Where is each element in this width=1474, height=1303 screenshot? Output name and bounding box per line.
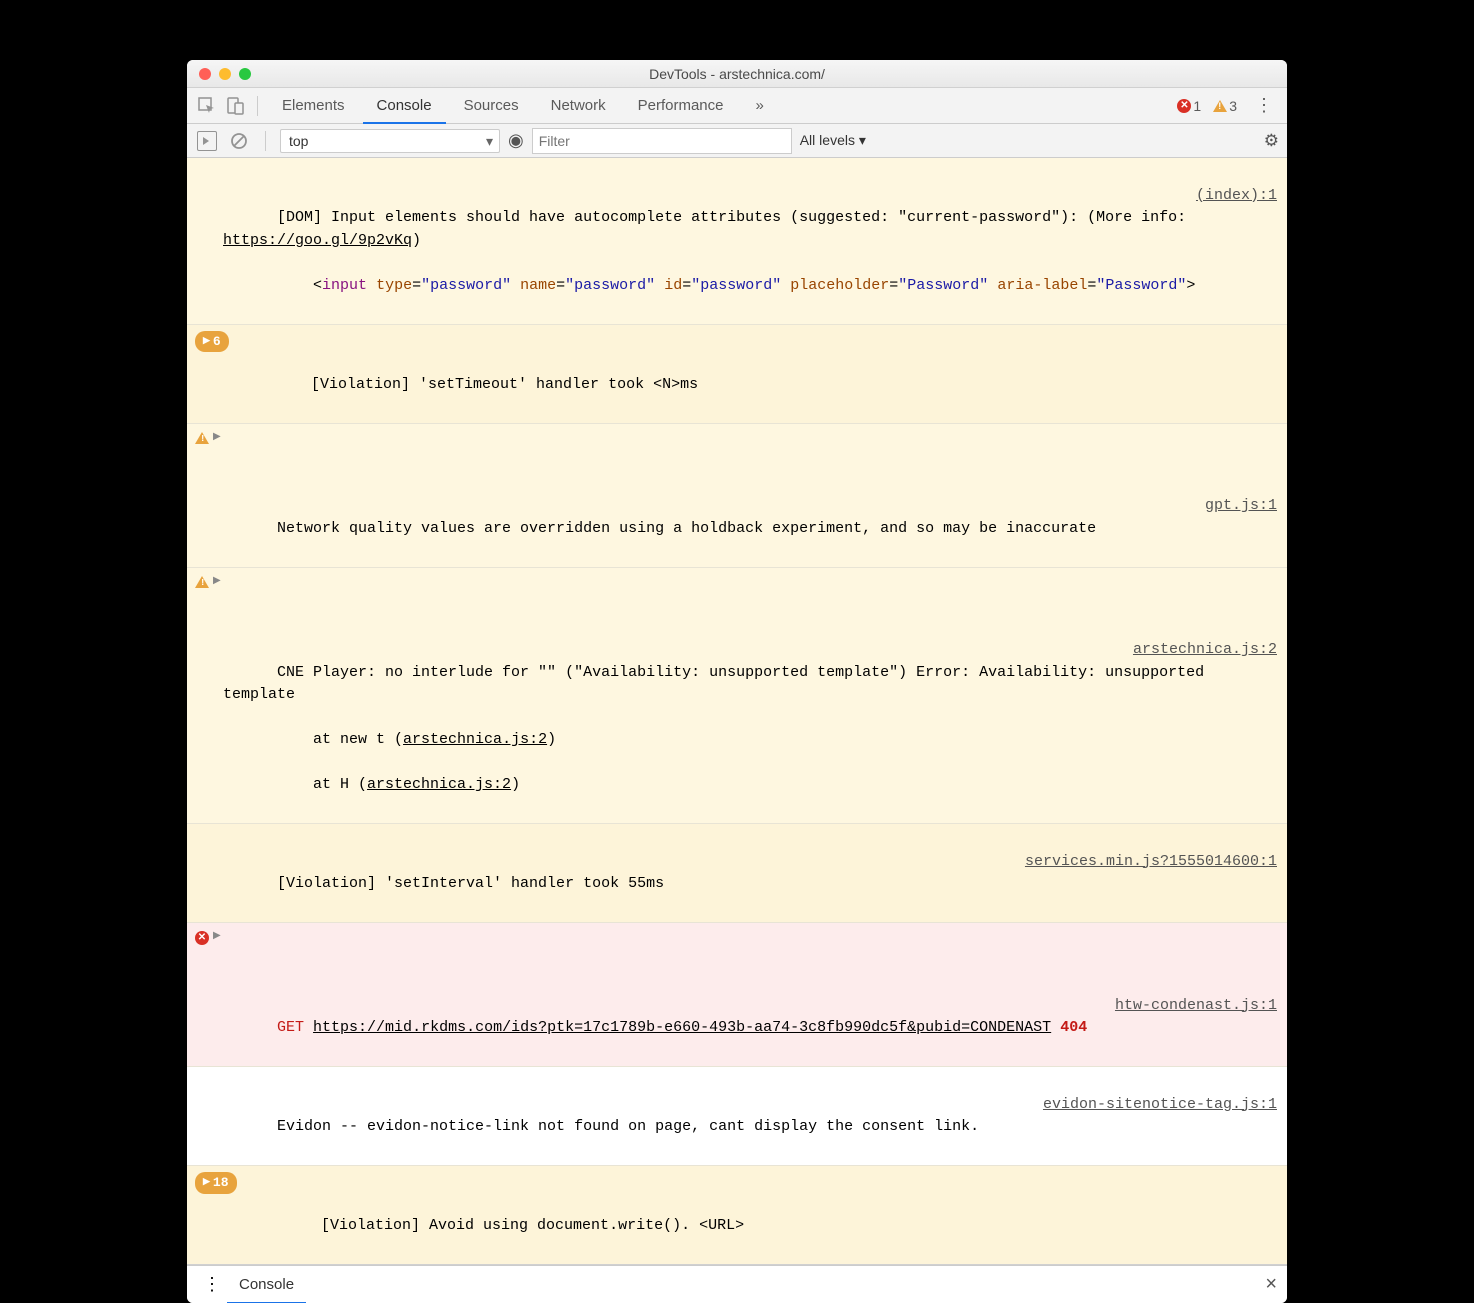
separator [257, 96, 258, 116]
source-link[interactable]: services.min.js?1555014600:1 [1025, 851, 1277, 874]
console-msg[interactable]: ▶ gpt.js:1 Network quality values are ov… [187, 424, 1287, 568]
source-link[interactable]: htw-condenast.js:1 [1115, 995, 1277, 1018]
more-menu[interactable]: ⋮ [1249, 95, 1279, 116]
levels-select[interactable]: All levels ▾ [800, 132, 866, 149]
console-msg[interactable]: ✕ ▶ htw-condenast.js:1 GET https://mid.r… [187, 923, 1287, 1067]
error-icon: ✕ [1177, 99, 1191, 113]
tab-performance[interactable]: Performance [624, 88, 738, 124]
expand-icon[interactable]: ▶ [213, 430, 221, 445]
expand-icon[interactable]: ▶ [213, 929, 221, 944]
warning-count[interactable]: 3 [1213, 98, 1237, 114]
close-icon[interactable]: × [1265, 1273, 1277, 1296]
warning-icon [195, 576, 209, 588]
expand-icon[interactable]: ▶ [213, 574, 221, 589]
titlebar: DevTools - arstechnica.com/ [187, 60, 1287, 88]
drawer-menu[interactable]: ⋮ [197, 1274, 227, 1295]
drawer: ⋮ Console × [187, 1265, 1287, 1303]
source-link[interactable]: evidon-sitenotice-tag.js:1 [1043, 1094, 1277, 1117]
source-link[interactable]: (index):1 [1196, 185, 1277, 208]
warning-icon [1213, 100, 1227, 112]
devtools-window: DevTools - arstechnica.com/ Elements Con… [187, 60, 1287, 1303]
console-msg[interactable]: evidon-sitenotice-tag.js:1 Evidon -- evi… [187, 1067, 1287, 1166]
context-select[interactable]: top [280, 129, 500, 153]
tab-network[interactable]: Network [537, 88, 620, 124]
repeat-badge[interactable]: 18 [195, 1172, 237, 1194]
error-count[interactable]: ✕1 [1177, 98, 1201, 114]
settings-icon[interactable]: ⚙ [1264, 131, 1279, 151]
tab-overflow[interactable]: » [742, 88, 778, 124]
device-icon[interactable] [223, 94, 247, 118]
console-msg[interactable]: services.min.js?1555014600:1 [Violation]… [187, 824, 1287, 923]
console-messages: (index):1 [DOM] Input elements should ha… [187, 158, 1287, 1265]
sidebar-toggle-icon[interactable] [195, 129, 219, 153]
inspect-icon[interactable] [195, 94, 219, 118]
repeat-badge[interactable]: 6 [195, 331, 229, 353]
clear-icon[interactable] [227, 129, 251, 153]
tab-console[interactable]: Console [363, 88, 446, 124]
console-toolbar: top ◉ All levels ▾ ⚙ [187, 124, 1287, 158]
drawer-tab-console[interactable]: Console [227, 1266, 306, 1303]
filter-input[interactable] [532, 128, 792, 154]
main-tabbar: Elements Console Sources Network Perform… [187, 88, 1287, 124]
console-msg[interactable]: 6 [Violation] 'setTimeout' handler took … [187, 325, 1287, 424]
source-link[interactable]: gpt.js:1 [1205, 495, 1277, 518]
info-link[interactable]: https://goo.gl/9p2vKq [223, 232, 412, 249]
tab-elements[interactable]: Elements [268, 88, 359, 124]
source-link[interactable]: arstechnica.js:2 [1133, 639, 1277, 662]
console-msg[interactable]: ▶ arstechnica.js:2 CNE Player: no interl… [187, 568, 1287, 825]
tab-sources[interactable]: Sources [450, 88, 533, 124]
error-icon: ✕ [195, 931, 209, 945]
console-msg[interactable]: (index):1 [DOM] Input elements should ha… [187, 158, 1287, 325]
window-title: DevTools - arstechnica.com/ [187, 66, 1287, 82]
console-msg[interactable]: 18 [Violation] Avoid using document.writ… [187, 1166, 1287, 1265]
warning-icon [195, 432, 209, 444]
live-expression-icon[interactable]: ◉ [508, 130, 524, 151]
